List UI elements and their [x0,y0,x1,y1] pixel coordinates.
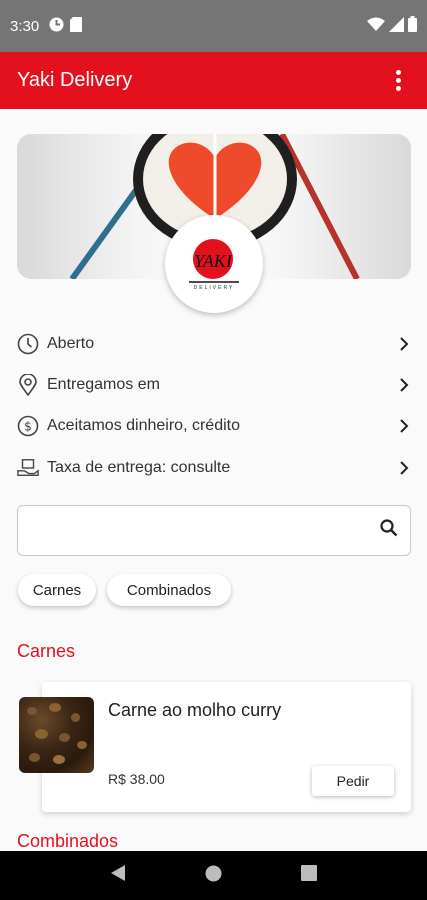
search-box [17,505,411,556]
overflow-menu-icon[interactable] [386,69,410,93]
info-label: Aceitamos dinheiro, crédito [47,417,240,434]
clock-icon [17,333,39,355]
logo-text: YAKI [194,251,233,271]
product-name: Carne ao molho curry [108,700,282,720]
info-row-delivery-area[interactable]: Entregamos em [17,370,411,400]
info-row-open-hours[interactable]: Aberto [17,329,411,359]
chevron-right-icon [400,337,409,351]
status-time: 3:30 [10,17,40,35]
search-input[interactable] [30,521,380,540]
battery-icon [408,16,417,36]
chevron-right-icon [400,419,409,433]
recents-icon[interactable] [301,865,318,886]
signal-icon [389,16,404,36]
product-image [19,697,94,773]
logo-subtext: DELIVERY [193,285,235,291]
sd-card-icon [70,16,83,36]
info-row-delivery-fee[interactable]: Taxa de entrega: consulte [17,453,411,483]
product-card[interactable]: Carne ao molho curry R$ 38.00 Pedir [42,682,411,812]
section-title: Carnes [17,641,76,661]
yaki-logo-image: YAKI [189,239,239,283]
app-notification-icon [49,17,64,36]
chip-combinados[interactable]: Combinados [107,574,231,606]
svg-text:$: $ [24,420,32,434]
app-bar: Yaki Delivery [0,52,427,109]
delivery-hand-icon [17,457,39,479]
back-icon[interactable] [110,864,126,887]
product-price: R$ 38.00 [108,771,165,787]
location-pin-icon [17,374,39,396]
info-label: Taxa de entrega: consulte [47,459,231,476]
chip-carnes[interactable]: Carnes [18,574,96,606]
status-bar: 3:30 [0,0,427,52]
search-icon[interactable] [380,519,398,542]
chevron-right-icon [400,461,409,475]
section-title: Combinados [17,831,119,851]
home-icon[interactable] [205,865,222,887]
info-label: Entregamos em [47,376,160,393]
order-button[interactable]: Pedir [312,766,394,796]
info-label: Aberto [47,335,95,352]
chevron-right-icon [400,378,409,392]
system-nav-bar [0,851,427,900]
store-logo: YAKI DELIVERY [165,215,263,313]
app-title: Yaki Delivery [17,69,133,91]
info-row-payment[interactable]: $ Aceitamos dinheiro, crédito [17,411,411,441]
dollar-icon: $ [17,415,39,437]
wifi-icon [367,17,385,36]
